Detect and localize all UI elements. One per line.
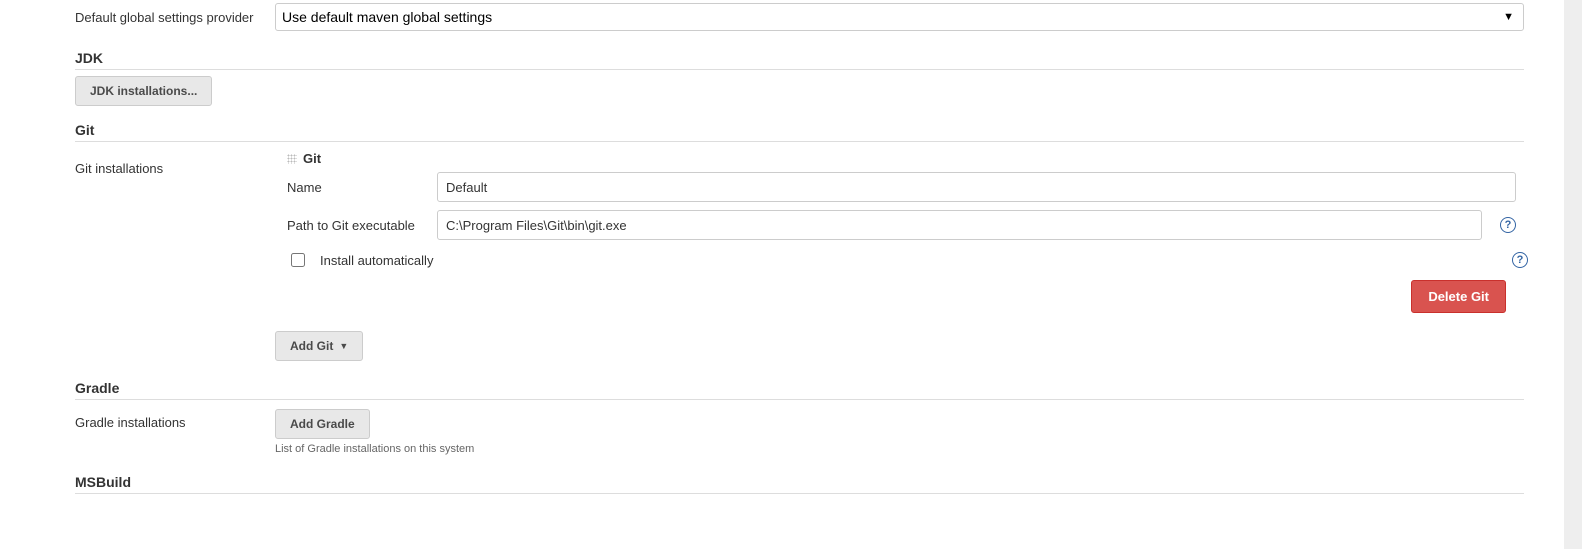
git-name-input[interactable] <box>437 172 1516 202</box>
delete-git-button-label: Delete Git <box>1428 289 1489 304</box>
git-path-input[interactable] <box>437 210 1482 240</box>
msbuild-section-title: MSBuild <box>75 474 1524 490</box>
add-git-button[interactable]: Add Git ▼ <box>275 331 363 361</box>
gradle-section-title: Gradle <box>75 380 1524 396</box>
divider <box>75 69 1524 70</box>
drag-handle-icon[interactable] <box>287 154 297 164</box>
add-git-button-label: Add Git <box>290 339 333 353</box>
divider <box>75 399 1524 400</box>
gradle-installations-label: Gradle installations <box>75 409 275 436</box>
jdk-section-title: JDK <box>75 50 1524 66</box>
install-automatically-label: Install automatically <box>320 253 433 268</box>
delete-git-button[interactable]: Delete Git <box>1411 280 1506 313</box>
help-icon[interactable]: ? <box>1500 217 1516 233</box>
git-name-label: Name <box>287 180 427 195</box>
msbuild-installations-label: MSBuild installations <box>75 503 275 508</box>
jdk-installations-button[interactable]: JDK installations... <box>75 76 212 106</box>
git-installations-label: Git installations <box>75 151 275 182</box>
help-icon[interactable]: ? <box>1512 252 1528 268</box>
git-section-title: Git <box>75 122 1524 138</box>
jdk-installations-button-label: JDK installations... <box>90 84 197 98</box>
divider <box>75 493 1524 494</box>
maven-settings-select[interactable]: Use default maven global settings <box>275 3 1524 31</box>
chevron-down-icon: ▼ <box>339 341 348 351</box>
add-gradle-button-label: Add Gradle <box>290 417 355 431</box>
gradle-hint: List of Gradle installations on this sys… <box>275 443 1524 455</box>
divider <box>75 141 1524 142</box>
add-gradle-button[interactable]: Add Gradle <box>275 409 370 439</box>
git-path-label: Path to Git executable <box>287 218 427 233</box>
install-automatically-checkbox[interactable] <box>291 253 305 267</box>
maven-settings-label: Default global settings provider <box>75 10 275 25</box>
git-block-title: Git <box>303 151 321 166</box>
